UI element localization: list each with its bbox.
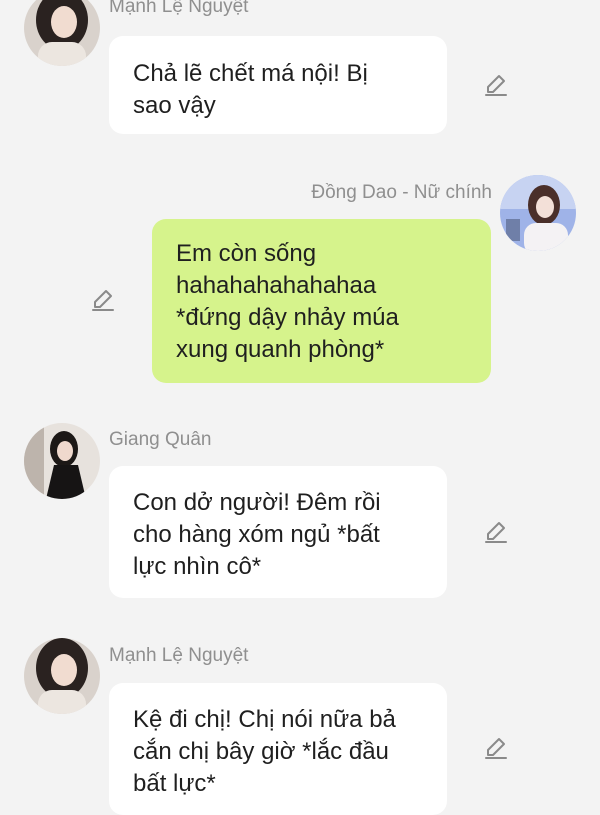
message-bubble[interactable]: Chả lẽ chết má nội! Bị sao vậy <box>109 36 447 134</box>
avatar[interactable] <box>24 0 100 66</box>
pencil-icon[interactable] <box>89 287 117 315</box>
sender-name: Mạnh Lệ Nguyệt <box>109 645 249 666</box>
avatar[interactable] <box>24 638 100 714</box>
message-bubble[interactable]: Con dở người! Đêm rồi cho hàng xóm ngủ *… <box>109 466 447 598</box>
avatar[interactable] <box>24 423 100 499</box>
message-bubble[interactable]: Kệ đi chị! Chị nói nữa bả cắn chị bây gi… <box>109 683 447 815</box>
avatar[interactable] <box>500 175 576 251</box>
sender-name: Mạnh Lệ Nguyệt <box>109 0 249 17</box>
message-bubble[interactable]: Em còn sống hahahahahahahaa *đứng dậy nh… <box>152 219 491 383</box>
sender-name: Giang Quân <box>109 429 212 450</box>
pencil-icon[interactable] <box>482 735 510 763</box>
pencil-icon[interactable] <box>482 519 510 547</box>
pencil-icon[interactable] <box>482 72 510 100</box>
sender-name: Đồng Dao - Nữ chính <box>311 182 492 203</box>
